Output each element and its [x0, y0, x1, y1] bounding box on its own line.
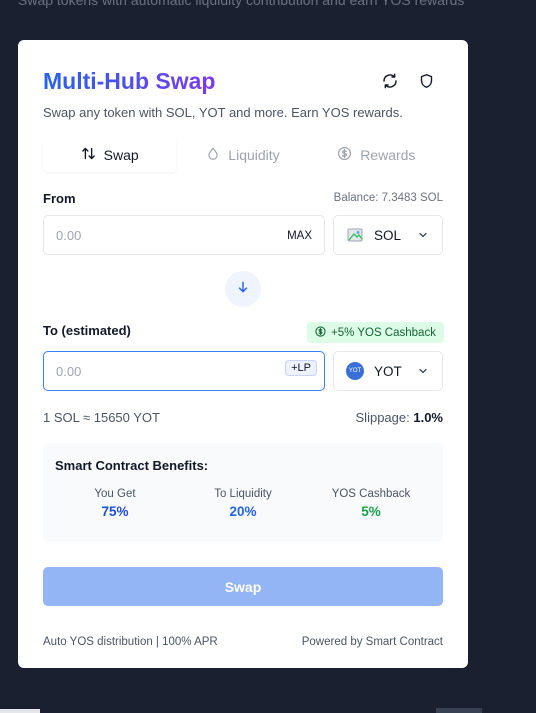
switch-direction-button[interactable]	[225, 271, 261, 307]
sol-token-icon	[346, 226, 364, 244]
arrow-down-icon	[236, 280, 250, 299]
cashback-text: +5% YOS Cashback	[331, 326, 436, 339]
droplet-icon	[206, 146, 220, 164]
exchange-rate: 1 SOL ≈ 15650 YOT	[43, 410, 160, 425]
chevron-down-icon	[417, 229, 429, 244]
footer-left: Auto YOS distribution | 100% APR	[43, 636, 218, 648]
to-token-select[interactable]: YOT YOT	[333, 351, 443, 391]
shield-icon[interactable]	[416, 71, 436, 91]
from-amount-placeholder: 0.00	[56, 227, 82, 243]
footer-right: Powered by Smart Contract	[301, 636, 443, 648]
from-token-label: SOL	[374, 227, 402, 243]
benefit-yos-cashback: YOS Cashback 5%	[311, 488, 431, 519]
benefit-value: 5%	[361, 504, 381, 519]
from-amount-input[interactable]: 0.00 MAX	[43, 215, 325, 255]
to-amount-input[interactable]: 0.00 +LP	[43, 351, 325, 391]
tab-label: Swap	[103, 147, 139, 163]
dollar-circle-icon	[315, 325, 326, 340]
benefit-value: 75%	[101, 504, 129, 519]
page-title: Multi-Hub Swap	[43, 68, 216, 94]
slippage-info: Slippage: 1.0%	[356, 410, 443, 425]
lp-badge: +LP	[285, 360, 317, 376]
to-token-label: YOT	[374, 363, 402, 379]
tab-label: Liquidity	[228, 147, 280, 163]
slippage-label: Slippage:	[355, 410, 410, 425]
balance-text: Balance: 7.3483 SOL	[333, 192, 443, 204]
tab-swap[interactable]: Swap	[43, 138, 177, 172]
swap-card: Multi-Hub Swap Swap any token with SOL, …	[18, 40, 468, 668]
dollar-circle-icon	[337, 146, 352, 164]
swap-vertical-icon	[81, 146, 96, 164]
background-subtitle: Swap tokens with automatic liquidity con…	[18, 0, 465, 8]
benefit-label: To Liquidity	[214, 488, 272, 500]
slippage-value: 1.0%	[413, 410, 443, 425]
cashback-badge: +5% YOS Cashback	[307, 322, 444, 343]
tab-liquidity[interactable]: Liquidity	[176, 138, 309, 172]
benefits-panel: Smart Contract Benefits: You Get 75% To …	[43, 443, 443, 542]
benefits-title: Smart Contract Benefits:	[55, 458, 209, 473]
chevron-down-icon	[417, 365, 429, 380]
background-strip	[436, 708, 482, 713]
from-token-select[interactable]: SOL	[333, 215, 443, 255]
page-subtitle: Swap any token with SOL, YOT and more. E…	[43, 105, 403, 120]
yot-token-icon: YOT	[346, 362, 364, 380]
to-amount-placeholder: 0.00	[56, 363, 82, 379]
to-label: To (estimated)	[43, 323, 131, 338]
benefit-label: YOS Cashback	[331, 488, 411, 500]
tab-label: Rewards	[360, 147, 416, 163]
tab-rewards[interactable]: Rewards	[310, 138, 443, 172]
tab-bar: Swap Liquidity Rewards	[43, 138, 443, 172]
benefit-label: You Get	[94, 488, 136, 500]
benefit-you-get: You Get 75%	[55, 488, 175, 519]
benefit-value: 20%	[229, 504, 257, 519]
max-button[interactable]: MAX	[287, 230, 312, 242]
from-label: From	[43, 191, 76, 206]
refresh-icon[interactable]	[380, 71, 400, 91]
swap-button[interactable]: Swap	[43, 567, 443, 606]
benefit-to-liquidity: To Liquidity 20%	[183, 488, 303, 519]
background-strip	[0, 709, 40, 713]
